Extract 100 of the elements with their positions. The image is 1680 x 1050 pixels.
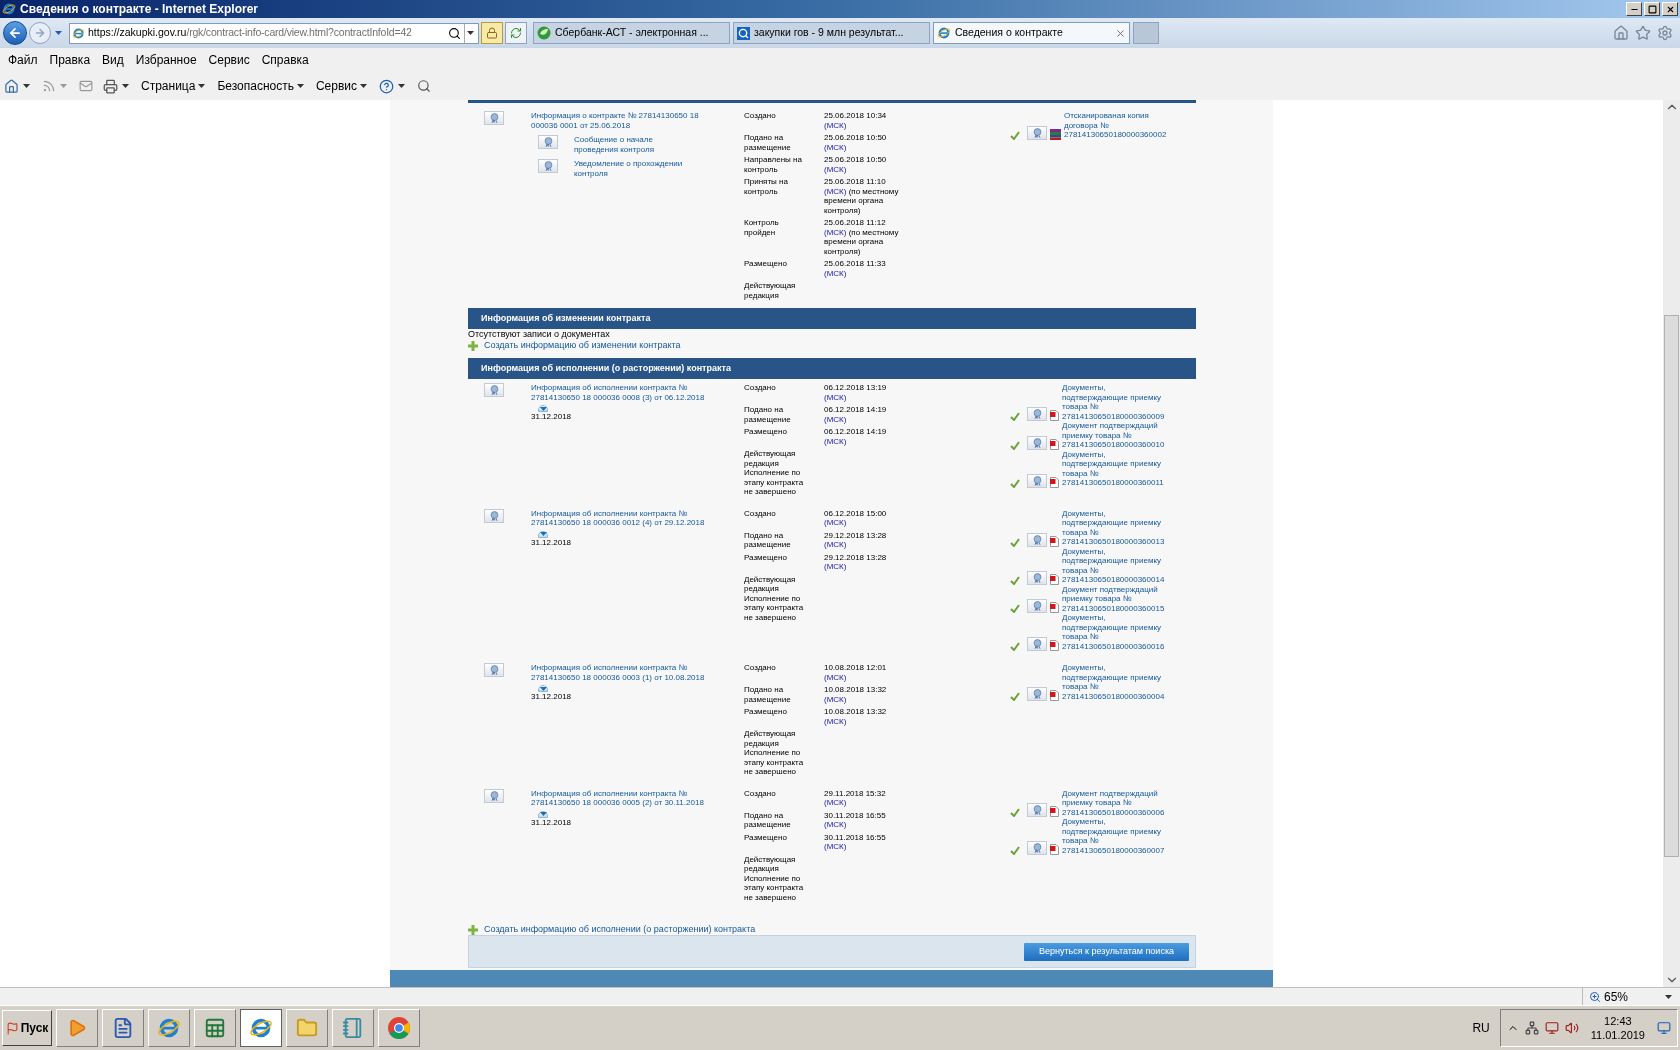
timezone-link[interactable]: (МСК)	[824, 268, 847, 278]
settings-icon[interactable]	[1657, 25, 1673, 41]
document-taskbar-button[interactable]	[102, 1009, 144, 1047]
expand-icon[interactable]	[538, 405, 548, 412]
document-link[interactable]: Документы, подтверждающие приемку товара № 27814130650180000360013	[1062, 508, 1170, 547]
timezone-link[interactable]: (МСК)	[824, 120, 847, 130]
timezone-link[interactable]: (МСК)	[824, 414, 847, 424]
mail-icon[interactable]	[79, 79, 93, 93]
refresh-button[interactable]	[505, 22, 527, 44]
timezone-link[interactable]: (МСК)	[824, 562, 847, 572]
create-link[interactable]: Создать информацию об исполнении (о расторжении) контракта	[484, 924, 756, 935]
browser-tab[interactable]: Сведения о контракте	[933, 22, 1130, 44]
execution-link[interactable]: Информация об исполнении контракта № 27814130650 18 000036 0005 (2) от 30.11.2018	[531, 788, 711, 808]
certificate-icon[interactable]	[1027, 570, 1047, 585]
document-link[interactable]: Документы, подтверждающие приемку товара № 27814130650180000360009	[1062, 383, 1170, 421]
minimize-button[interactable]	[1626, 2, 1642, 16]
timezone-link[interactable]: (МСК)	[824, 164, 847, 174]
timezone-link[interactable]: (МСК)	[824, 227, 847, 237]
certificate-icon[interactable]	[1027, 473, 1047, 488]
back-button[interactable]	[3, 21, 27, 45]
notebook-taskbar-button[interactable]	[332, 1009, 374, 1047]
command-menu-button[interactable]: Сервис	[315, 77, 368, 95]
document-link[interactable]: Документы, подтверждающие приемку товара № 27814130650180000360004	[1062, 663, 1170, 701]
menu-item[interactable]: Справка	[255, 51, 315, 69]
browser-tab[interactable]: закупки гов - 9 млн результат...	[733, 22, 930, 44]
scrollbar[interactable]	[1663, 100, 1680, 987]
back-to-results-button[interactable]: Вернуться к результатам поиска	[1024, 942, 1189, 961]
certificate-icon[interactable]	[484, 508, 504, 523]
certificate-icon[interactable]	[1027, 599, 1047, 613]
timezone-link[interactable]: (МСК)	[824, 798, 847, 808]
timezone-link[interactable]: (МСК)	[824, 716, 847, 726]
show-desktop-icon[interactable]	[1657, 1021, 1671, 1035]
printer-icon[interactable]	[103, 78, 118, 94]
scroll-thumb[interactable]	[1664, 315, 1679, 857]
address-field[interactable]: https://zakupki.gov.ru/rgk/contract-info-card/view.html?contractInfoId=42	[69, 22, 479, 44]
timezone-link[interactable]: (МСК)	[824, 672, 847, 682]
help-icon[interactable]	[379, 78, 395, 94]
certificate-icon[interactable]	[1027, 687, 1047, 701]
certificate-icon[interactable]	[1027, 803, 1047, 817]
certificate-icon[interactable]	[1027, 841, 1047, 855]
certificate-icon[interactable]	[484, 383, 504, 397]
contract-link[interactable]: Информация о контракте № 27814130650 18 000036 0001 от 25.06.2018	[531, 111, 711, 130]
certificate-icon[interactable]	[1027, 125, 1047, 140]
menu-item[interactable]: Правка	[43, 51, 97, 69]
expand-icon[interactable]	[538, 530, 548, 538]
certificate-icon[interactable]	[484, 663, 504, 677]
address-dropdown[interactable]	[464, 23, 476, 43]
research-icon[interactable]	[417, 79, 432, 93]
menu-item[interactable]: Сервис	[202, 51, 256, 69]
certificate-icon[interactable]	[484, 111, 504, 125]
execution-link[interactable]: Информация об исполнении контракта № 27814130650 18 000036 0003 (1) от 10.08.2018	[531, 663, 711, 682]
language-indicator[interactable]: RU	[1472, 1019, 1490, 1037]
document-link[interactable]: Документы, подтверждающие приемку товара № 27814130650180000360007	[1062, 817, 1170, 855]
home-icon[interactable]	[4, 78, 19, 94]
search-icon[interactable]	[448, 26, 461, 40]
control-link[interactable]: Уведомление о прохождении контроля	[574, 159, 686, 178]
document-link[interactable]: Отсканированая копия договора № 27814130650180000360002	[1064, 111, 1172, 140]
timezone-link[interactable]: (МСК)	[824, 820, 847, 830]
feed-icon[interactable]	[42, 79, 56, 93]
create-link[interactable]: Создать информацию об изменении контракта	[484, 340, 681, 351]
browser-logo-taskbar-button[interactable]	[378, 1009, 420, 1047]
browser-tab[interactable]: Сбербанк-АСТ - электронная ...	[533, 22, 730, 44]
document-link[interactable]: Документы, подтверждающие приемку товара № 27814130650180000360016	[1062, 613, 1170, 651]
media-player-taskbar-button[interactable]	[56, 1009, 98, 1047]
document-link[interactable]: Документы, подтверждающие приемку товара № 27814130650180000360014	[1062, 546, 1170, 585]
certificate-icon[interactable]	[1027, 532, 1047, 547]
timezone-link[interactable]: (МСК)	[824, 694, 847, 704]
close-tab-icon[interactable]	[1115, 27, 1126, 39]
star-icon[interactable]	[1635, 25, 1651, 41]
document-link[interactable]: Документ подтверждаций приемку товара № 27814130650180000360010	[1062, 421, 1170, 450]
timezone-link[interactable]: (МСК)	[824, 842, 847, 852]
timezone-link[interactable]: (МСК)	[824, 392, 847, 402]
expand-icon[interactable]	[538, 685, 548, 692]
certificate-icon[interactable]	[538, 159, 558, 173]
command-menu-button[interactable]: Безопасность	[217, 77, 304, 95]
network-icon[interactable]	[1524, 1021, 1539, 1035]
menu-item[interactable]: Вид	[96, 51, 130, 69]
menu-item[interactable]: Файл	[2, 51, 44, 69]
timezone-link[interactable]: (МСК)	[824, 436, 847, 446]
spreadsheet-taskbar-button[interactable]	[194, 1009, 236, 1047]
certificate-icon[interactable]	[484, 788, 504, 803]
certificate-icon[interactable]	[538, 135, 558, 149]
document-link[interactable]: Документ подтверждаций приемку товара № 27814130650180000360006	[1062, 788, 1170, 817]
expand-icon[interactable]	[538, 810, 548, 818]
history-dropdown[interactable]	[53, 31, 63, 35]
command-menu-button[interactable]: Страница	[141, 77, 206, 95]
timezone-link[interactable]: (МСК)	[824, 540, 847, 550]
monitor-icon[interactable]	[1544, 1021, 1559, 1035]
certificate-icon[interactable]	[1027, 407, 1047, 421]
certificate-icon[interactable]	[1027, 637, 1047, 651]
document-link[interactable]: Документы, подтверждающие приемку товара № 27814130650180000360011	[1062, 449, 1170, 488]
certificate-icon[interactable]	[1027, 435, 1047, 450]
execution-link[interactable]: Информация об исполнении контракта № 27814130650 18 000036 0008 (3) от 06.12.2018	[531, 383, 711, 402]
lock-button[interactable]	[481, 22, 503, 44]
document-link[interactable]: Документ подтверждаций приемку товара № 27814130650180000360015	[1062, 584, 1170, 613]
timezone-link[interactable]: (МСК)	[824, 142, 847, 152]
home-icon[interactable]	[1613, 25, 1629, 41]
execution-link[interactable]: Информация об исполнении контракта № 27814130650 18 000036 0012 (4) от 29.12.2018	[531, 508, 711, 528]
timezone-link[interactable]: (МСК)	[824, 186, 847, 196]
close-button[interactable]	[1662, 2, 1678, 16]
